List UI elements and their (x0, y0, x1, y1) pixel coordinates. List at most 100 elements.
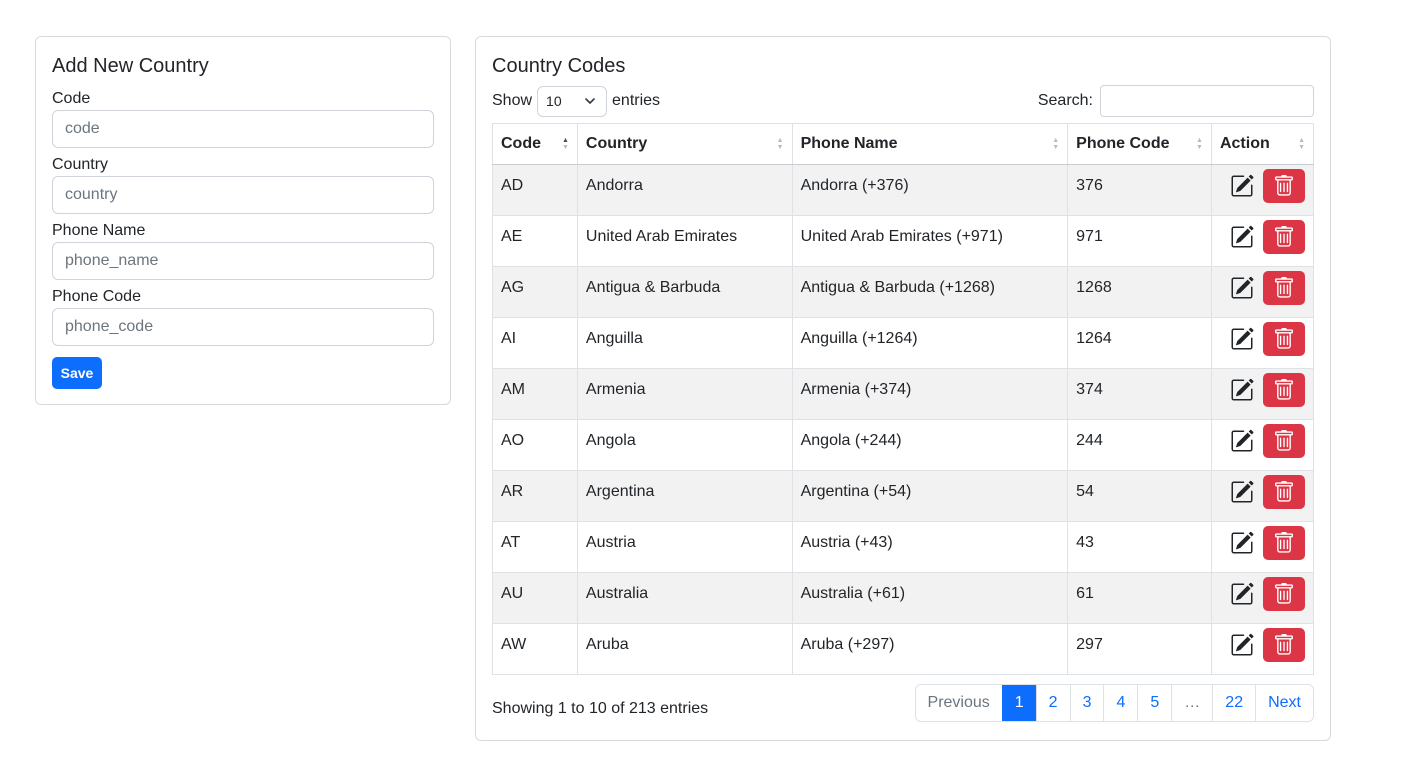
cell-country: Andorra (576, 164, 793, 216)
page-button-2[interactable]: 2 (1035, 685, 1070, 721)
table-row: AR Argentina Argentina (+54) 54 (492, 470, 1315, 522)
page-button-22[interactable]: 22 (1212, 685, 1255, 721)
cell-action (1210, 266, 1315, 318)
page-button-1[interactable]: 1 (1001, 685, 1036, 721)
column-header-label: Code (501, 135, 541, 152)
delete-button[interactable] (1262, 271, 1305, 305)
delete-button[interactable] (1262, 577, 1305, 611)
cell-phone-code: 61 (1067, 572, 1212, 624)
row-actions (1220, 475, 1305, 509)
trash-icon (1273, 277, 1295, 299)
cell-country: Aruba (576, 623, 793, 675)
phone-code-label: Phone Code (52, 288, 141, 305)
column-header-phone-name[interactable]: Phone Name ▲ ▼ (791, 123, 1069, 165)
cell-phone-name: Austria (+43) (791, 521, 1069, 573)
sort-icon: ▲ ▼ (1196, 137, 1203, 151)
pencil-square-icon (1230, 582, 1254, 606)
column-header-country[interactable]: Country ▲ ▼ (576, 123, 793, 165)
previous-button[interactable]: Previous (916, 685, 1002, 721)
cell-phone-name: Antigua & Barbuda (+1268) (791, 266, 1069, 318)
delete-button[interactable] (1262, 322, 1305, 356)
edit-button[interactable] (1229, 377, 1255, 403)
trash-icon (1273, 430, 1295, 452)
trash-icon (1273, 634, 1295, 656)
edit-button[interactable] (1229, 479, 1255, 505)
column-header-label: Phone Code (1076, 135, 1170, 152)
country-input[interactable] (52, 176, 434, 214)
row-actions (1220, 169, 1305, 203)
edit-button[interactable] (1229, 530, 1255, 556)
cell-phone-code: 244 (1067, 419, 1212, 471)
cell-phone-code: 1268 (1067, 266, 1212, 318)
country-table: Code ▲ ▼ Country ▲ ▼ Phone Name ▲ ▼ Phone Code… (492, 123, 1315, 675)
delete-button[interactable] (1262, 475, 1305, 509)
page-button-5[interactable]: 5 (1137, 685, 1171, 721)
delete-button[interactable] (1262, 220, 1305, 254)
pencil-square-icon (1230, 633, 1254, 657)
search-input[interactable] (1100, 85, 1314, 117)
page-length-value: 10 (546, 93, 562, 109)
edit-button[interactable] (1229, 632, 1255, 658)
table-row: AU Australia Australia (+61) 61 (492, 572, 1315, 624)
column-header-code[interactable]: Code ▲ ▼ (492, 123, 578, 165)
column-header-action[interactable]: Action ▲ ▼ (1210, 123, 1315, 165)
cell-country: Australia (576, 572, 793, 624)
page-length-select[interactable]: 10 (537, 85, 608, 117)
phone-code-input[interactable] (52, 308, 434, 346)
cell-action (1210, 572, 1315, 624)
edit-button[interactable] (1229, 173, 1255, 199)
column-header-label: Country (585, 135, 648, 152)
save-button[interactable]: Save (52, 357, 102, 389)
cell-phone-name: Anguilla (+1264) (791, 317, 1069, 369)
sort-icon: ▲ ▼ (561, 137, 569, 151)
cell-country: Anguilla (576, 317, 793, 369)
page-button-3[interactable]: 3 (1069, 685, 1104, 721)
edit-button[interactable] (1229, 581, 1255, 607)
cell-action (1210, 419, 1315, 471)
code-input[interactable] (52, 110, 434, 148)
cell-phone-code: 297 (1067, 623, 1212, 675)
edit-button[interactable] (1229, 275, 1255, 301)
cell-country: Angola (576, 419, 793, 471)
chevron-down-icon (585, 98, 595, 104)
sort-icon: ▲ ▼ (1298, 137, 1305, 151)
trash-icon (1273, 175, 1295, 197)
delete-button[interactable] (1262, 628, 1305, 662)
cell-action (1210, 470, 1315, 522)
edit-button[interactable] (1229, 224, 1255, 250)
show-label: Show (492, 92, 533, 109)
phone-name-input[interactable] (52, 242, 434, 280)
trash-icon (1273, 328, 1295, 350)
table-row: AE United Arab Emirates United Arab Emirat… (492, 215, 1315, 267)
delete-button[interactable] (1262, 424, 1305, 458)
pencil-square-icon (1230, 378, 1254, 402)
edit-button[interactable] (1229, 428, 1255, 454)
search-label: Search: (1037, 92, 1093, 109)
cell-code: AO (492, 419, 578, 471)
trash-icon (1273, 226, 1295, 248)
next-button[interactable]: Next (1255, 685, 1313, 721)
cell-code: AE (492, 215, 578, 267)
pencil-square-icon (1230, 276, 1254, 300)
delete-button[interactable] (1262, 373, 1305, 407)
cell-country: Antigua & Barbuda (576, 266, 793, 318)
country-codes-card: Country Codes Show 10 entries Search: Co… (475, 36, 1331, 741)
pencil-square-icon (1230, 531, 1254, 555)
cell-code: AU (492, 572, 578, 624)
row-actions (1220, 577, 1305, 611)
table-row: AW Aruba Aruba (+297) 297 (492, 623, 1315, 675)
delete-button[interactable] (1262, 526, 1305, 560)
pagination: Previous 1 2 3 4 5… 22 Next (914, 684, 1314, 722)
trash-icon (1273, 583, 1295, 605)
delete-button[interactable] (1262, 169, 1305, 203)
pencil-square-icon (1230, 174, 1254, 198)
column-header-phone-code[interactable]: Phone Code ▲ ▼ (1067, 123, 1212, 165)
edit-button[interactable] (1229, 326, 1255, 352)
form-title: Add New Country (52, 55, 209, 77)
cell-phone-code: 971 (1067, 215, 1212, 267)
page-ellipsis: … (1171, 685, 1212, 721)
page-button-4[interactable]: 4 (1103, 685, 1137, 721)
sort-icon: ▲ ▼ (1052, 137, 1060, 151)
table-title: Country Codes (492, 55, 626, 77)
cell-phone-code: 1264 (1067, 317, 1212, 369)
